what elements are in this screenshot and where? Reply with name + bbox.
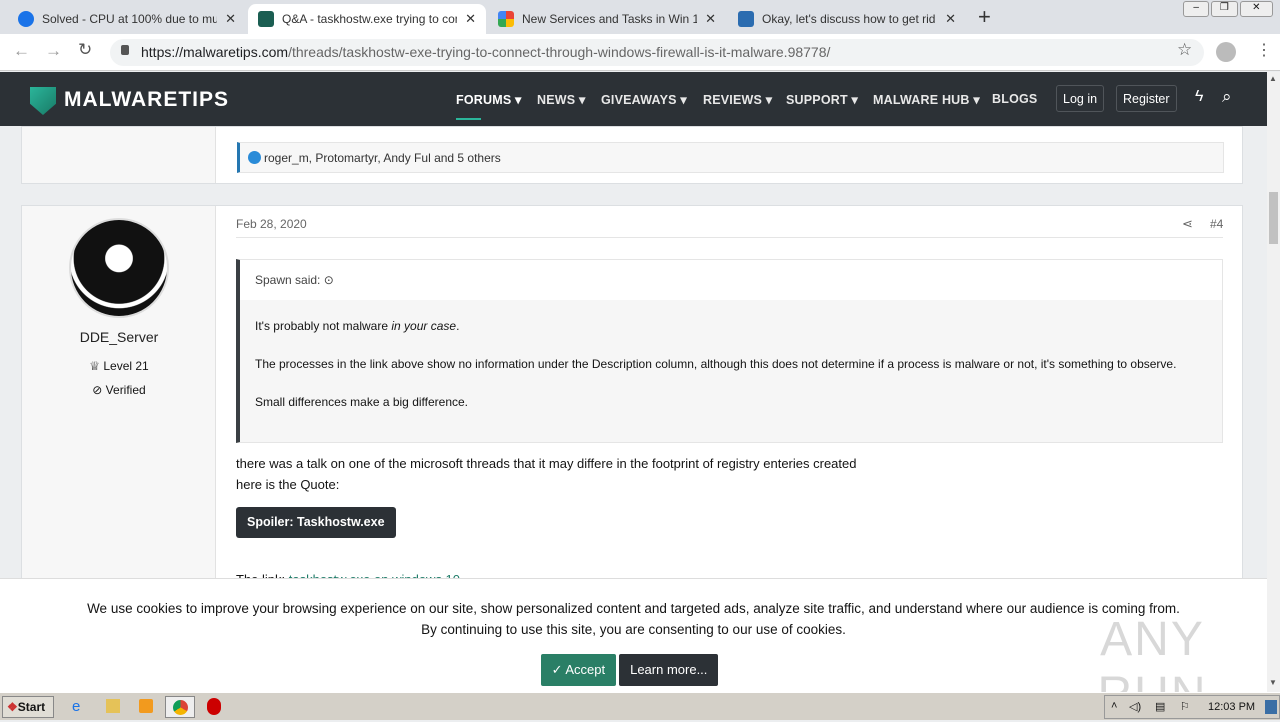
- window-controls: – ❐ ✕: [1183, 1, 1274, 17]
- tab-title: New Services and Tasks in Win 10 - \: [522, 12, 698, 26]
- post-4: DDE_Server ♕ Level 21 ⊘ Verified Feb 28,…: [21, 205, 1243, 625]
- flag-icon[interactable]: ⚐: [1180, 700, 1190, 713]
- check-circle-icon: ⊘: [92, 383, 106, 397]
- network-icon[interactable]: ▤: [1155, 700, 1165, 713]
- nav-malware-hub[interactable]: MALWARE HUB ▾: [873, 92, 980, 107]
- back-icon[interactable]: ←: [13, 41, 30, 61]
- quote-paragraph: The processes in the link above show no …: [255, 357, 1177, 371]
- reactions-bar[interactable]: roger_m, Protomartyr, Andy Ful and 5 oth…: [237, 142, 1224, 173]
- login-button[interactable]: Log in: [1056, 85, 1105, 112]
- volume-icon[interactable]: ◁): [1129, 700, 1141, 713]
- new-tab-button[interactable]: +: [978, 4, 991, 30]
- system-tray: ˄ ◁) ▤ ⚐ 12:03 PM: [1104, 695, 1280, 719]
- reload-icon[interactable]: ↻: [78, 40, 92, 60]
- nav-reviews[interactable]: REVIEWS ▾: [703, 92, 772, 107]
- tab-2[interactable]: New Services and Tasks in Win 10 - \ ✕: [488, 4, 726, 34]
- explorer-icon[interactable]: [106, 699, 120, 713]
- start-button[interactable]: ❖Start: [2, 696, 54, 718]
- profile-avatar-icon[interactable]: [1216, 42, 1236, 62]
- active-nav-indicator: [456, 118, 481, 120]
- arrow-up-icon: ⊙: [323, 273, 334, 287]
- minimize-button[interactable]: –: [1183, 1, 1210, 17]
- user-column: DDE_Server ♕ Level 21 ⊘ Verified: [22, 206, 216, 624]
- tab-bar: Solved - CPU at 100% due to multipl ✕ Q&A…: [0, 0, 1280, 34]
- tab-title: Okay, let's discuss how to get rid of: [762, 12, 938, 26]
- close-window-button[interactable]: ✕: [1239, 1, 1274, 17]
- nav-support[interactable]: SUPPORT ▾: [786, 92, 858, 107]
- site-navbar: MALWARETIPS FORUMS ▾ NEWS ▾ GIVEAWAYS ▾ …: [0, 72, 1267, 126]
- nav-giveaways[interactable]: GIVEAWAYS ▾: [601, 92, 687, 107]
- url-path: /threads/taskhostw-exe-trying-to-connect…: [288, 44, 831, 60]
- close-tab-icon[interactable]: ✕: [465, 11, 476, 27]
- scrollbar-thumb[interactable]: [1269, 192, 1278, 244]
- register-button[interactable]: Register: [1116, 85, 1177, 112]
- share-icon[interactable]: ⋖: [1182, 216, 1193, 232]
- cookie-banner: We use cookies to improve your browsing …: [0, 578, 1267, 721]
- favicon-icon: [18, 11, 34, 27]
- divider: [236, 237, 1223, 238]
- quote-paragraph: It's probably not malware in your case.: [255, 319, 460, 333]
- close-tab-icon[interactable]: ✕: [225, 11, 236, 27]
- post-text: there was a talk on one of the microsoft…: [236, 456, 857, 471]
- favicon-icon: [738, 11, 754, 27]
- menu-icon[interactable]: ⋮: [1256, 40, 1272, 60]
- chrome-taskbar-button[interactable]: [165, 696, 195, 718]
- site-logo[interactable]: MALWARETIPS: [64, 88, 229, 112]
- favicon-icon: [498, 11, 514, 27]
- favicon-icon: [258, 11, 274, 27]
- tab-1[interactable]: Q&A - taskhostw.exe trying to conn ✕: [248, 4, 486, 34]
- user-verified: ⊘ Verified: [92, 383, 146, 397]
- previous-post: roger_m, Protomartyr, Andy Ful and 5 oth…: [21, 126, 1243, 184]
- post-number[interactable]: #4: [1210, 217, 1223, 231]
- windows-icon: ❖: [7, 700, 18, 714]
- opera-icon[interactable]: [207, 698, 221, 715]
- lock-icon: [121, 45, 129, 55]
- restore-button[interactable]: ❐: [1211, 1, 1238, 17]
- clock[interactable]: 12:03 PM: [1208, 701, 1255, 713]
- quote-header[interactable]: Spawn said: ⊙: [240, 260, 1222, 300]
- close-tab-icon[interactable]: ✕: [705, 11, 716, 27]
- tab-title: Solved - CPU at 100% due to multipl: [42, 12, 218, 26]
- quote-body: It's probably not malware in your case. …: [240, 300, 1222, 429]
- like-icon: [248, 151, 261, 164]
- whats-new-icon[interactable]: ϟ: [1195, 88, 1203, 106]
- user-avatar[interactable]: [69, 218, 169, 318]
- media-player-icon[interactable]: [139, 699, 153, 713]
- search-icon[interactable]: ⌕: [1222, 87, 1232, 107]
- show-desktop-button[interactable]: [1265, 700, 1277, 714]
- user-column: [22, 127, 216, 183]
- nav-blogs[interactable]: BLOGS: [992, 92, 1037, 106]
- tab-title: Q&A - taskhostw.exe trying to conn: [282, 12, 458, 26]
- tray-expand-icon[interactable]: ˄: [1111, 700, 1117, 712]
- logo-icon: [30, 87, 56, 115]
- bookmark-star-icon[interactable]: ☆: [1177, 40, 1192, 60]
- taskbar: ❖Start e ˄ ◁) ▤ ⚐ 12:03 PM: [0, 692, 1280, 720]
- tab-0[interactable]: Solved - CPU at 100% due to multipl ✕: [8, 4, 246, 34]
- address-bar-row: ← → ↻ https://malwaretips.com/threads/ta…: [0, 34, 1280, 71]
- url-input[interactable]: https://malwaretips.com/threads/taskhost…: [110, 39, 1204, 66]
- quote-paragraph: Small differences make a big difference.: [255, 395, 469, 409]
- post-text: here is the Quote:: [236, 477, 340, 492]
- trophy-icon: ♕: [89, 359, 104, 373]
- tab-3[interactable]: Okay, let's discuss how to get rid of ✕: [728, 4, 966, 34]
- learn-more-button[interactable]: Learn more...: [619, 654, 719, 686]
- ie-icon[interactable]: e: [72, 698, 80, 715]
- user-level: ♕ Level 21: [89, 359, 149, 373]
- username[interactable]: DDE_Server: [22, 329, 216, 345]
- nav-forums[interactable]: FORUMS ▾: [456, 92, 522, 107]
- close-tab-icon[interactable]: ✕: [945, 11, 956, 27]
- page-scrollbar[interactable]: ▲ ▼: [1267, 72, 1280, 692]
- chrome-icon: [173, 700, 188, 715]
- accept-cookies-button[interactable]: ✓ Accept: [540, 654, 617, 686]
- reactions-list[interactable]: roger_m, Protomartyr, Andy Ful and 5 oth…: [264, 151, 501, 165]
- url-host: https://malwaretips.com: [141, 44, 289, 60]
- nav-news[interactable]: NEWS ▾: [537, 92, 585, 107]
- post-date[interactable]: Feb 28, 2020: [236, 217, 307, 231]
- forward-icon[interactable]: →: [45, 41, 62, 61]
- quote-block: Spawn said: ⊙ It's probably not malware …: [236, 259, 1223, 443]
- spoiler-button[interactable]: Spoiler: Taskhostw.exe: [236, 507, 396, 538]
